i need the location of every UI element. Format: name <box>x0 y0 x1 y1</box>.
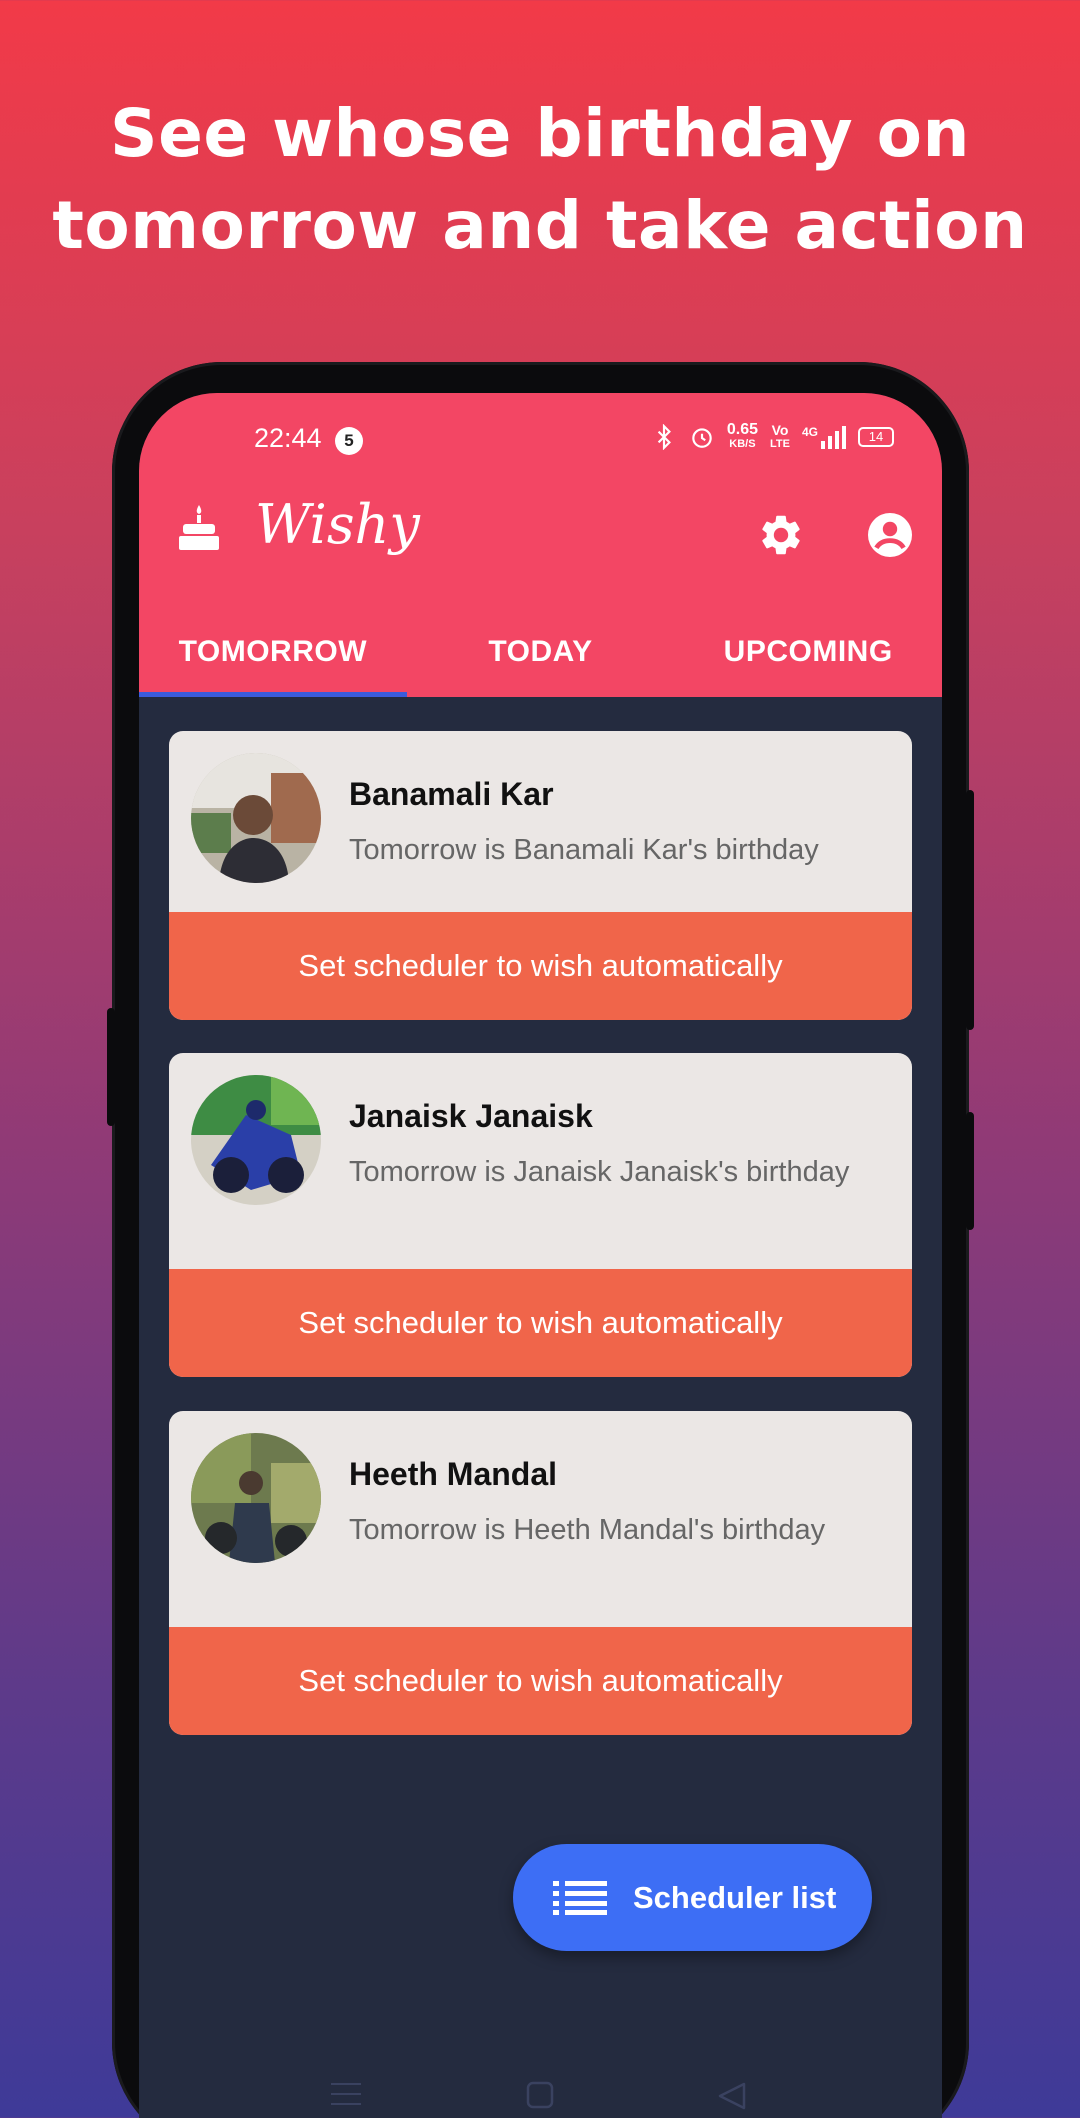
signal-indicator: 4G <box>802 425 846 449</box>
alarm-icon <box>692 428 712 448</box>
battery-indicator: 14 <box>858 427 894 447</box>
menu-icon[interactable] <box>331 2081 361 2107</box>
bluetooth-icon <box>657 424 671 450</box>
home-square-icon[interactable] <box>525 2081 555 2109</box>
scheduler-list-button[interactable]: Scheduler list <box>513 1844 872 1951</box>
app-bar: 22:44 5 0.65 KB/S Vo LTE 4G 14 Wishy TOM… <box>139 393 942 697</box>
list-icon <box>553 1880 607 1915</box>
tab-today[interactable]: TODAY <box>407 623 675 697</box>
volte-indicator: Vo LTE <box>770 422 790 450</box>
set-scheduler-button[interactable]: Set scheduler to wish automatically <box>169 1627 912 1735</box>
birthday-description: Tomorrow is Janaisk Janaisk's birthday <box>349 1156 850 1188</box>
phone-side-button <box>966 790 974 1030</box>
gear-icon[interactable] <box>757 511 805 559</box>
phone-side-button <box>107 1008 115 1126</box>
set-scheduler-button[interactable]: Set scheduler to wish automatically <box>169 912 912 1020</box>
scheduler-list-label: Scheduler list <box>633 1879 837 1915</box>
headline-line-2: tomorrow and take action <box>52 187 1028 264</box>
avatar <box>191 1075 321 1205</box>
status-icons: 0.65 KB/S Vo LTE 4G 14 <box>651 421 894 451</box>
avatar <box>191 1433 321 1563</box>
tab-upcoming[interactable]: UPCOMING <box>674 623 942 697</box>
cake-icon <box>179 505 219 550</box>
system-nav-bar <box>139 2033 942 2118</box>
tab-tomorrow[interactable]: TOMORROW <box>139 623 407 697</box>
notification-badge: 5 <box>335 427 363 455</box>
contact-name: Heeth Mandal <box>349 1456 558 1492</box>
birthday-description: Tomorrow is Heeth Mandal's birthday <box>349 1514 826 1546</box>
back-triangle-icon[interactable] <box>716 2081 748 2111</box>
status-time: 22:44 <box>254 423 322 453</box>
phone-screen: 22:44 5 0.65 KB/S Vo LTE 4G 14 Wishy TOM… <box>139 393 942 2118</box>
avatar <box>191 753 321 883</box>
phone-side-button <box>966 1112 974 1230</box>
birthday-card: Banamali Kar Tomorrow is Banamali Kar's … <box>169 731 912 1020</box>
app-title: Wishy <box>255 493 420 556</box>
signal-bars-icon <box>821 426 846 449</box>
contact-name: Janaisk Janaisk <box>349 1098 593 1134</box>
account-icon[interactable] <box>866 511 914 559</box>
promo-headline: See whose birthday on tomorrow and take … <box>0 88 1080 272</box>
headline-line-1: See whose birthday on <box>110 95 970 172</box>
set-scheduler-button[interactable]: Set scheduler to wish automatically <box>169 1269 912 1377</box>
birthday-card: Janaisk Janaisk Tomorrow is Janaisk Jana… <box>169 1053 912 1377</box>
contact-name: Banamali Kar <box>349 776 554 812</box>
tab-bar: TOMORROW TODAY UPCOMING <box>139 623 942 697</box>
network-speed: 0.65 KB/S <box>726 421 759 451</box>
birthday-description: Tomorrow is Banamali Kar's birthday <box>349 834 819 866</box>
birthday-card: Heeth Mandal Tomorrow is Heeth Mandal's … <box>169 1411 912 1735</box>
